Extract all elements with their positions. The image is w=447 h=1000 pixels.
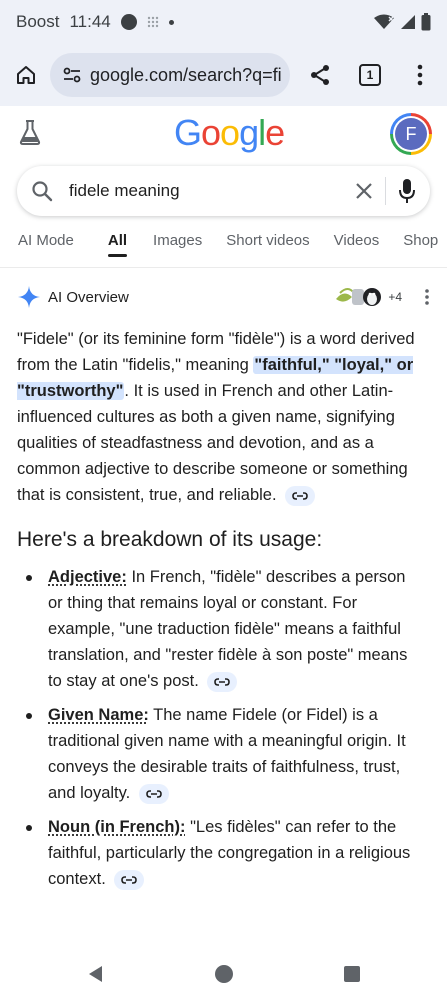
tab-all[interactable]: All xyxy=(107,228,128,267)
close-icon[interactable] xyxy=(355,182,373,200)
nav-recents-button[interactable] xyxy=(288,965,416,983)
gemini-sparkle-icon xyxy=(18,286,40,308)
search-icon xyxy=(32,181,53,202)
browser-menu-button[interactable] xyxy=(404,59,436,91)
home-button[interactable] xyxy=(10,59,42,91)
tab-shop[interactable]: Shop xyxy=(403,228,438,267)
tab-ai-mode[interactable]: AI Mode xyxy=(18,228,74,267)
nav-back-button[interactable] xyxy=(32,965,160,983)
notification-dot-icon xyxy=(120,14,137,30)
source-link-chip[interactable] xyxy=(138,783,169,804)
home-icon xyxy=(17,66,35,84)
source-link-chip[interactable] xyxy=(114,869,145,890)
logo-letter: o xyxy=(220,112,240,153)
logo-letter: g xyxy=(239,112,259,153)
recents-icon xyxy=(343,966,360,982)
logo-letter: e xyxy=(265,112,285,153)
nav-home-button[interactable] xyxy=(160,964,288,984)
source-count[interactable]: +4 xyxy=(388,290,402,304)
tab-images[interactable]: Images xyxy=(153,228,202,267)
list-item: Adjective: In French, "fidèle" describes… xyxy=(17,564,422,694)
mic-icon[interactable] xyxy=(398,178,416,204)
search-input[interactable]: fidele meaning xyxy=(69,181,355,201)
small-dot-icon xyxy=(168,19,174,25)
system-nav-bar xyxy=(0,948,447,1000)
google-header: Google F xyxy=(0,108,447,162)
usage-list: Adjective: In French, "fidèle" describes… xyxy=(17,564,422,892)
ai-overview-header: AI Overview +4 xyxy=(18,283,430,311)
term-noun[interactable]: Noun (in French): xyxy=(48,818,185,836)
wifi-icon xyxy=(374,14,394,29)
labs-flask-icon[interactable] xyxy=(18,118,42,146)
share-icon xyxy=(311,65,329,85)
google-logo[interactable]: Google xyxy=(174,112,285,154)
tab-short-videos[interactable]: Short videos xyxy=(226,228,309,267)
link-icon xyxy=(214,677,231,686)
list-item: Noun (in French): "Les fidèles" can refe… xyxy=(17,814,422,892)
site-settings-icon[interactable] xyxy=(62,65,82,85)
carrier-label: Boost xyxy=(16,12,60,31)
grid-dots-icon xyxy=(147,16,158,28)
battery-icon xyxy=(421,13,431,31)
google-logo-letters: Google xyxy=(174,112,285,153)
logo-letter: o xyxy=(201,112,221,153)
share-button[interactable] xyxy=(304,59,336,91)
logo-letter: G xyxy=(174,112,202,153)
search-box[interactable]: fidele meaning xyxy=(17,166,430,216)
source-thumbnails-icon[interactable] xyxy=(334,285,382,309)
clock: 11:44 xyxy=(69,12,111,31)
source-link-chip[interactable] xyxy=(207,671,238,692)
url-text: google.com/search?q=fi xyxy=(90,64,282,85)
intro-paragraph: "Fidele" (or its feminine form "fidèle")… xyxy=(17,326,422,508)
search-divider xyxy=(385,177,386,205)
link-icon xyxy=(292,491,308,500)
breakdown-heading: Here's a breakdown of its usage: xyxy=(17,528,323,551)
home-circle-icon xyxy=(214,965,233,983)
ai-overview-body: "Fidele" (or its feminine form "fidèle")… xyxy=(17,326,422,900)
back-icon xyxy=(88,966,102,982)
browser-toolbar: google.com/search?q=fi 1 xyxy=(0,44,447,106)
source-link-chip[interactable] xyxy=(285,485,316,506)
search-tabs: AI Mode All Images Short videos Videos S… xyxy=(0,228,447,268)
more-vert-icon[interactable] xyxy=(424,288,430,306)
link-icon xyxy=(146,789,162,798)
avatar-initial: F xyxy=(395,118,427,150)
account-avatar[interactable]: F xyxy=(390,113,432,155)
tabs-icon: 1 xyxy=(359,64,381,86)
address-bar[interactable]: google.com/search?q=fi xyxy=(50,53,290,97)
link-icon xyxy=(121,875,138,884)
intro-text-after: . It is used in French and other Latin-i… xyxy=(17,382,408,504)
tab-videos[interactable]: Videos xyxy=(334,228,380,267)
signal-icon xyxy=(401,15,415,29)
ai-overview-title: AI Overview xyxy=(48,288,129,306)
term-adjective[interactable]: Adjective: xyxy=(48,568,127,586)
tab-switcher-button[interactable]: 1 xyxy=(354,59,386,91)
term-given-name[interactable]: Given Name: xyxy=(48,706,149,724)
list-item: Given Name: The name Fidele (or Fidel) i… xyxy=(17,702,422,806)
status-bar: Boost 11:44 xyxy=(0,0,447,44)
more-vert-icon xyxy=(417,64,423,86)
